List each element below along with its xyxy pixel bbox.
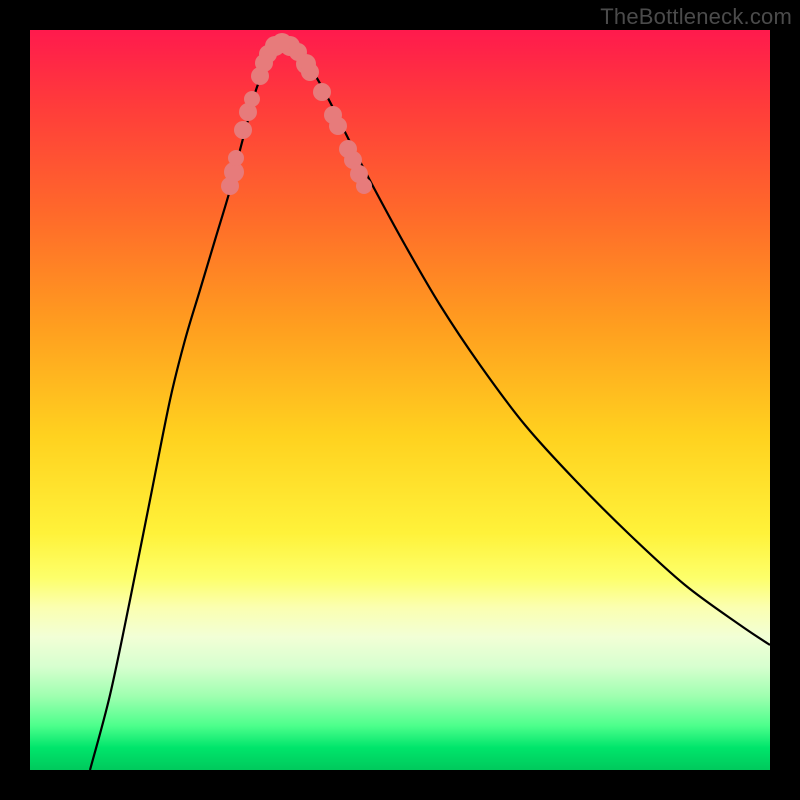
data-marker bbox=[228, 150, 244, 166]
chart-frame: TheBottleneck.com bbox=[0, 0, 800, 800]
data-marker bbox=[301, 63, 319, 81]
watermark-text: TheBottleneck.com bbox=[600, 4, 792, 30]
plot-area bbox=[30, 30, 770, 770]
data-marker bbox=[313, 83, 331, 101]
curve-svg bbox=[30, 30, 770, 770]
data-marker bbox=[356, 178, 372, 194]
bottleneck-curve bbox=[90, 44, 770, 770]
data-marker bbox=[234, 121, 252, 139]
marker-group bbox=[221, 33, 372, 195]
data-marker bbox=[329, 117, 347, 135]
data-marker bbox=[244, 91, 260, 107]
